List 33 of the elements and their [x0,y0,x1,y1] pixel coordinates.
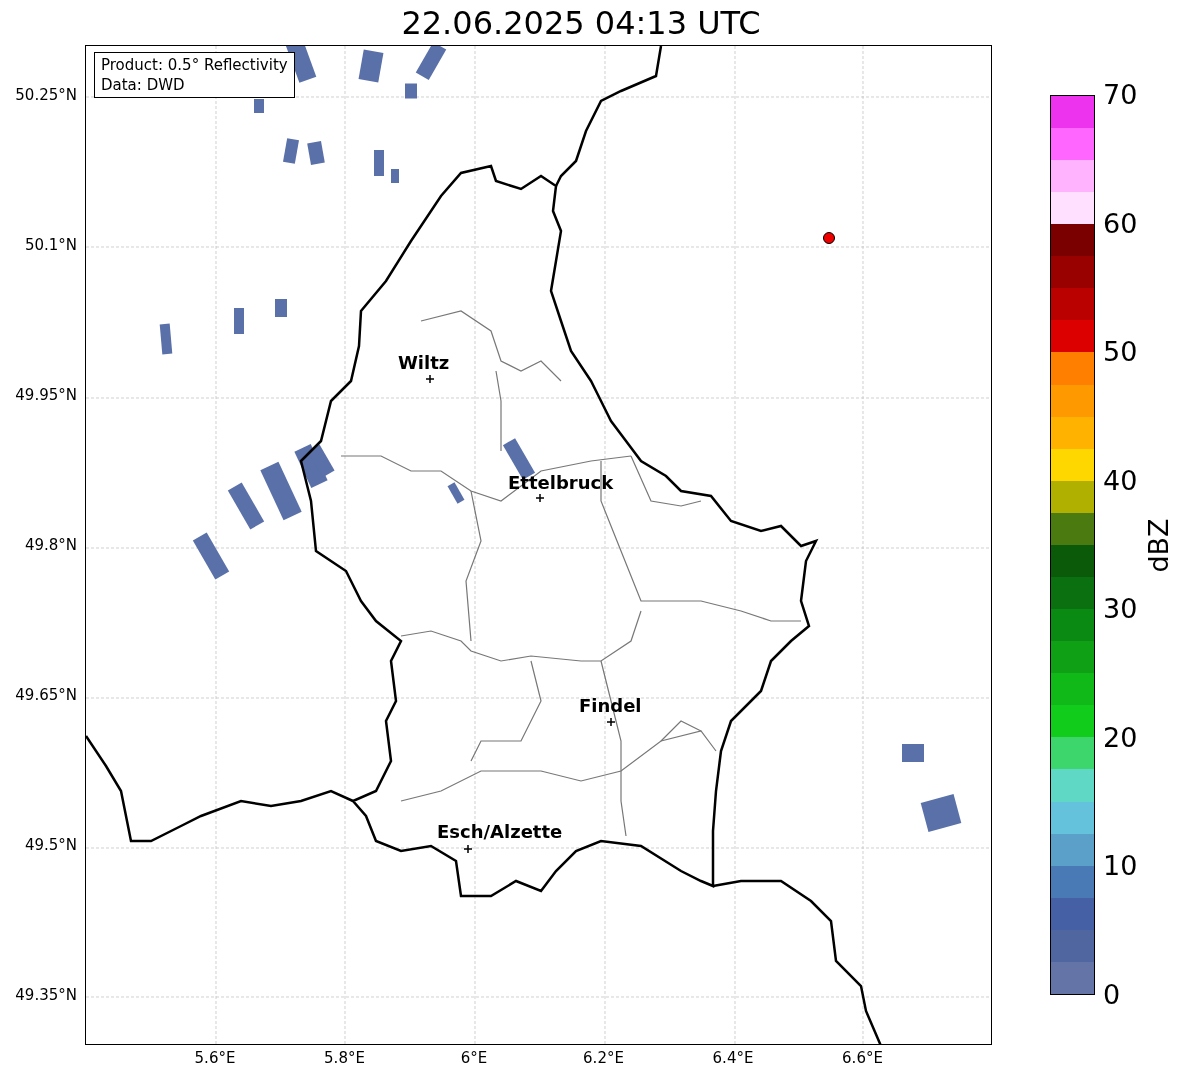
latitude-tick-label: 49.35°N [15,988,77,1003]
colorbar-tick-label: 60 [1103,209,1138,237]
city-label: Ettelbruck [508,474,614,492]
city-marker-icon [426,375,434,383]
city-label: Wiltz [398,354,450,372]
city-marker-icon [536,494,544,502]
colorbar-tick-label: 20 [1103,723,1138,751]
longitude-tick-label: 6.6°E [842,1051,883,1066]
longitude-tick-label: 5.8°E [324,1051,365,1066]
longitude-tick-label: 6.4°E [712,1051,754,1066]
city-label: Findel [579,697,642,715]
latitude-tick-label: 50.25°N [15,88,77,103]
colorbar-tick-label: 30 [1103,595,1138,623]
latitude-tick-label: 49.8°N [24,538,77,553]
colorbar-label: dBZ [1144,517,1172,573]
colorbar-tick-label: 50 [1103,338,1138,366]
city-label: Esch/Alzette [437,823,563,841]
colorbar-tick-label: 70 [1103,81,1138,108]
colorbar-tick-label: 10 [1103,852,1138,880]
latitude-tick-label: 50.1°N [24,238,77,253]
legend-text: Product: 0.5° Reflectivity [101,55,288,75]
legend-text: Data: DWD [101,75,186,95]
city-marker-icon [607,718,615,726]
longitude-tick-label: 6°E [460,1051,488,1066]
colorbar-tick-label: 40 [1103,466,1138,494]
latitude-tick-label: 49.65°N [15,688,77,703]
colorbar-tick-label: 0 [1103,981,1121,1008]
latitude-tick-label: 49.95°N [15,388,77,403]
latitude-tick-label: 49.5°N [24,838,77,853]
city-marker-icon [464,845,472,853]
chart-title: 22.06.2025 04:13 UTC [400,6,761,39]
longitude-tick-label: 5.6°E [194,1051,236,1066]
longitude-tick-label: 6.2°E [583,1051,624,1066]
